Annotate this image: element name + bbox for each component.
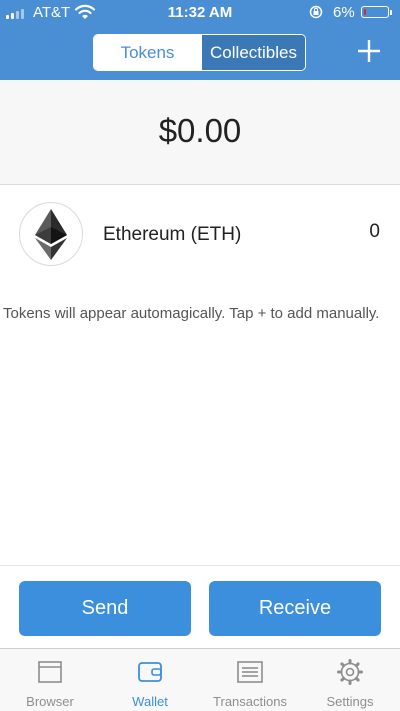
- tab-wallet[interactable]: Wallet: [100, 649, 200, 711]
- tokens-hint: Tokens will appear automagically. Tap + …: [3, 305, 380, 322]
- tab-label: Transactions: [213, 694, 287, 709]
- tab-label: Settings: [326, 694, 374, 709]
- transactions-icon: [237, 661, 263, 683]
- token-collectible-switch: Tokens Collectibles: [93, 34, 306, 71]
- gear-icon: [337, 659, 363, 685]
- token-row-eth[interactable]: Ethereum (ETH) 0: [0, 185, 400, 285]
- total-balance: $0.00: [158, 112, 242, 149]
- orientation-lock-icon: [309, 5, 323, 19]
- status-bar: AT&T 11:32 AM 6%: [0, 0, 400, 26]
- token-balance: 0: [369, 221, 380, 242]
- tab-label: Wallet: [132, 694, 168, 709]
- tab-settings[interactable]: Settings: [300, 649, 400, 711]
- ethereum-icon: [19, 202, 83, 266]
- tab-browser[interactable]: Browser: [0, 649, 100, 711]
- action-bar: Send Receive: [0, 565, 400, 649]
- browser-icon: [38, 661, 62, 683]
- header-bar: AT&T 11:32 AM 6% Tokens Collectibles: [0, 0, 400, 80]
- send-button[interactable]: Send: [19, 581, 191, 636]
- battery-tip: [390, 10, 392, 15]
- tab-tokens[interactable]: Tokens: [94, 35, 201, 70]
- tab-label: Browser: [26, 694, 74, 709]
- wallet-icon: [138, 662, 162, 682]
- token-name: Ethereum (ETH): [103, 224, 242, 245]
- battery-percent: 6%: [333, 4, 355, 21]
- tab-transactions[interactable]: Transactions: [200, 649, 300, 711]
- receive-button[interactable]: Receive: [209, 581, 381, 636]
- balance-panel: $0.00: [0, 80, 400, 185]
- battery-icon: [361, 6, 389, 18]
- tab-bar: Browser Wallet Transactions Settings: [0, 648, 400, 711]
- plus-icon[interactable]: [356, 38, 382, 64]
- tab-collectibles[interactable]: Collectibles: [201, 35, 305, 70]
